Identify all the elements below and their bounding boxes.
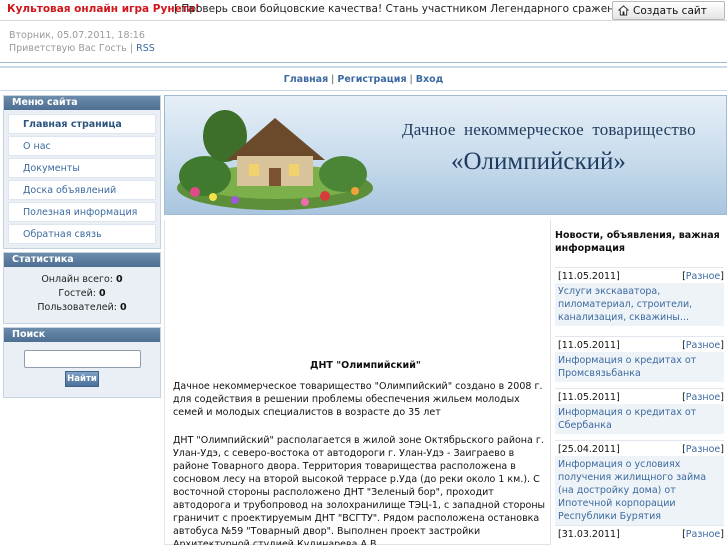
- header-banner: Дачное некоммерческое товарищество «Олим…: [164, 95, 727, 215]
- search-form: Найти: [4, 342, 160, 397]
- stat-users: Пользователей: 0: [37, 302, 127, 313]
- current-date: Вторник, 05.07.2011, 18:16: [9, 30, 145, 41]
- menu-item-board[interactable]: Доска объявлений: [8, 180, 156, 200]
- nav-login-link[interactable]: Вход: [416, 74, 444, 85]
- news-date: [31.03.2011]: [558, 529, 620, 540]
- greeting-text: Приветствую Вас Гость: [9, 43, 127, 54]
- news-category-link[interactable]: Разное: [686, 271, 720, 282]
- content-paragraph: Дачное некоммерческое товарищество "Олим…: [173, 381, 543, 418]
- menu-item-useful-info[interactable]: Полезная информация: [8, 202, 156, 222]
- news-date: [11.05.2011]: [558, 271, 620, 282]
- menu-item-documents[interactable]: Документы: [8, 158, 156, 178]
- news-category-link[interactable]: Разное: [686, 340, 720, 351]
- statistics-box: Статистика Онлайн всего: 0 Гостей: 0 Пол…: [3, 252, 161, 324]
- divider-line: [0, 90, 727, 91]
- news-link[interactable]: Информация о кредитах от Промсвязьбанка: [555, 352, 724, 382]
- nav-separator: |: [331, 74, 335, 85]
- news-item: [11.05.2011] [Разное] Услуги экскаватора…: [555, 267, 724, 326]
- greeting-row: Приветствую Вас Гость | RSS: [9, 43, 155, 54]
- news-category-link[interactable]: Разное: [686, 444, 720, 455]
- news-item: [11.05.2011] [Разное] Информация о креди…: [555, 336, 724, 382]
- news-category-link[interactable]: Разное: [686, 529, 720, 540]
- news-date: [11.05.2011]: [558, 340, 620, 351]
- house-icon: [618, 5, 629, 16]
- news-item: [25.04.2011] [Разное] Информация о услов…: [555, 440, 724, 525]
- left-sidebar: Меню сайта Главная страница О нас Докуме…: [3, 95, 161, 401]
- news-category: [Разное]: [682, 340, 724, 351]
- top-nav: Главная | Регистрация | Вход: [0, 74, 727, 85]
- create-site-button[interactable]: Создать сайт: [612, 1, 725, 20]
- main-content: ДНТ "Олимпийский" Дачное некоммерческое …: [164, 220, 551, 545]
- menu-item-feedback[interactable]: Обратная связь: [8, 224, 156, 244]
- ad-text-link[interactable]: [ Проверь свои бойцовские качества! Стан…: [174, 3, 639, 15]
- nav-register-link[interactable]: Регистрация: [337, 74, 406, 85]
- news-link[interactable]: Информация о условиях получения жилищног…: [555, 456, 724, 525]
- search-title: Поиск: [4, 328, 160, 342]
- search-box: Поиск Найти: [3, 327, 161, 398]
- news-item: [31.03.2011] [Разное]: [555, 525, 724, 541]
- page-title: ДНТ "Олимпийский": [310, 360, 421, 371]
- banner-title-line2: «Олимпийский»: [451, 148, 626, 175]
- site-menu-box: Меню сайта Главная страница О нас Докуме…: [3, 95, 161, 249]
- top-ad-bar: Культовая онлайн игра Рунета! [ Проверь …: [0, 0, 727, 21]
- divider-line: [0, 62, 727, 63]
- content-paragraph: ДНТ "Олимпийский" располагается в жилой …: [173, 435, 546, 545]
- news-link[interactable]: Информация о кредитах от Сбербанка: [555, 404, 724, 434]
- news-column: Новости, объявления, важная информация […: [552, 220, 727, 545]
- news-category: [Разное]: [682, 271, 724, 282]
- statistics-title: Статистика: [4, 253, 160, 267]
- menu-item-about[interactable]: О нас: [8, 136, 156, 156]
- nav-home-link[interactable]: Главная: [284, 74, 329, 85]
- news-date: [25.04.2011]: [558, 444, 620, 455]
- cottage-garden-image: [177, 110, 373, 210]
- news-category: [Разное]: [682, 529, 724, 540]
- news-link[interactable]: Услуги экскаватора, пиломатериал, строит…: [555, 283, 724, 326]
- rss-link[interactable]: RSS: [136, 43, 155, 54]
- nav-separator: |: [409, 74, 413, 85]
- site-menu-title: Меню сайта: [4, 96, 160, 110]
- ad-headline-link[interactable]: Культовая онлайн игра Рунета!: [7, 3, 200, 15]
- banner-title-line1: Дачное некоммерческое товарищество: [402, 120, 696, 139]
- menu-item-home[interactable]: Главная страница: [8, 114, 156, 134]
- divider-line: [0, 66, 727, 68]
- create-site-label: Создать сайт: [633, 4, 707, 17]
- news-category: [Разное]: [682, 392, 724, 403]
- site-menu: Главная страница О нас Документы Доска о…: [4, 110, 160, 248]
- news-category-link[interactable]: Разное: [686, 392, 720, 403]
- news-category: [Разное]: [682, 444, 724, 455]
- news-item: [11.05.2011] [Разное] Информация о креди…: [555, 388, 724, 434]
- statistics-list: Онлайн всего: 0 Гостей: 0 Пользователей:…: [4, 267, 160, 323]
- stat-guests: Гостей: 0: [58, 288, 106, 299]
- stat-online: Онлайн всего: 0: [41, 274, 123, 285]
- greeting-separator: |: [129, 43, 134, 54]
- search-input[interactable]: [23, 350, 141, 368]
- news-title: Новости, объявления, важная информация: [555, 230, 720, 254]
- news-date: [11.05.2011]: [558, 392, 620, 403]
- search-button[interactable]: Найти: [65, 371, 99, 387]
